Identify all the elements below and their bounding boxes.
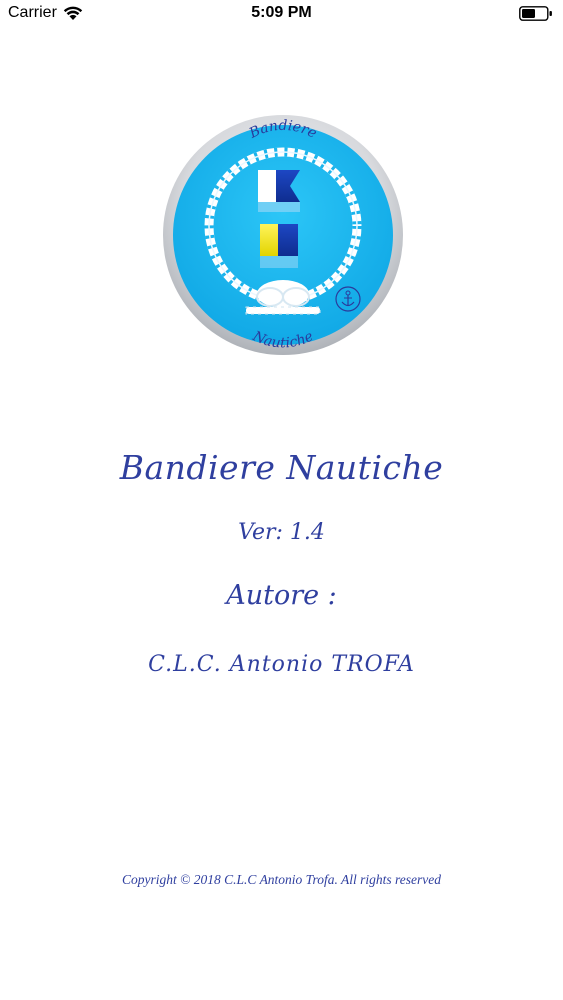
version-label: Ver: 1.4: [238, 520, 325, 545]
app-title: Bandiere Nautiche: [119, 448, 444, 487]
app-logo: Bandiere Nautiche: [163, 115, 403, 355]
author-heading: Autore :: [226, 580, 337, 611]
flag-kilo-icon: [260, 224, 298, 268]
status-time: 5:09 PM: [251, 4, 312, 21]
battery-icon: [519, 6, 552, 21]
copyright-text: Copyright © 2018 C.L.C Antonio Trofa. Al…: [122, 872, 441, 887]
author-name: C.L.C. Antonio TROFA: [148, 652, 415, 677]
status-bar: Carrier 5:09 PM: [0, 0, 563, 30]
